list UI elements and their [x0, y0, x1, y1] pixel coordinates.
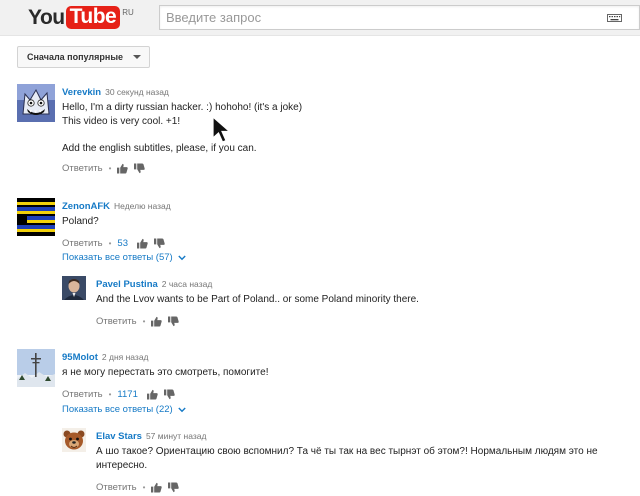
comment-time[interactable]: 2 дня назад — [102, 352, 149, 362]
thumbs-down-icon[interactable] — [168, 481, 180, 493]
comment-line: This video is very cool. +1! — [62, 116, 181, 127]
thumbs-up-icon[interactable] — [151, 316, 163, 327]
search-input[interactable] — [160, 6, 600, 29]
reply-line: А шо такое? Ориентацию свою вспомнил? Та… — [96, 446, 598, 457]
separator-dot: • — [108, 163, 112, 173]
like-count: 1171 — [117, 388, 138, 400]
avatar[interactable] — [62, 276, 86, 300]
youtube-logo[interactable]: You Tube RU — [28, 6, 134, 30]
comment-line: Add the english subtitles, please, if yo… — [62, 143, 257, 154]
reply-line: интересно. — [96, 460, 148, 471]
comment-actions: Ответить • 53 — [62, 236, 622, 250]
thumbs-up-icon[interactable] — [146, 389, 158, 400]
reply-actions: Ответить • — [96, 314, 616, 328]
like-count: 53 — [117, 237, 128, 249]
logo-tube-text: Tube — [65, 6, 121, 29]
show-replies-label: Показать все ответы (22) — [62, 404, 173, 415]
avatar[interactable] — [17, 349, 55, 387]
search-box[interactable] — [159, 5, 640, 30]
thumbs-down-icon[interactable] — [134, 162, 146, 174]
separator-dot: • — [108, 389, 112, 399]
reply-actions: Ответить • — [96, 480, 640, 494]
thumbs-up-icon[interactable] — [151, 482, 163, 493]
avatar[interactable] — [17, 198, 55, 236]
comment-actions: Ответить • — [62, 161, 622, 175]
reply-author[interactable]: Elav Stars — [96, 431, 142, 442]
thumbs-up-icon[interactable] — [117, 163, 129, 174]
comment-line: я не могу перестать это смотреть, помоги… — [62, 367, 269, 378]
comment-actions: Ответить • 1171 — [62, 387, 622, 401]
reply-button[interactable]: Ответить — [96, 482, 137, 493]
separator-dot: • — [142, 482, 146, 492]
comment-text: Hello, I'm a dirty russian hacker. :) ho… — [62, 101, 622, 156]
avatar[interactable] — [17, 84, 55, 122]
comment-time[interactable]: Неделю назад — [114, 201, 171, 211]
reply-button[interactable]: Ответить — [62, 389, 103, 400]
thumbs-up-icon[interactable] — [137, 238, 148, 249]
reply-author[interactable]: Pavel Pustina — [96, 279, 158, 290]
sort-label: Сначала популярные — [27, 52, 124, 62]
reply-time[interactable]: 57 минут назад — [146, 431, 207, 441]
top-bar: You Tube RU — [0, 0, 640, 36]
chevron-down-icon — [177, 407, 186, 412]
thumbs-down-icon[interactable] — [154, 237, 165, 249]
reply-text: А шо такое? Ориентацию свою вспомнил? Та… — [96, 445, 640, 473]
sort-dropdown-button[interactable]: Сначала популярные — [17, 46, 151, 68]
reply-text: And the Lvov wants to be Part of Poland.… — [96, 294, 419, 305]
logo-region-label: RU — [122, 8, 134, 17]
logo-you-text: You — [28, 6, 65, 29]
comment-author[interactable]: Verevkin — [62, 87, 101, 98]
reply-time[interactable]: 2 часа назад — [162, 279, 213, 289]
thumbs-down-icon[interactable] — [163, 388, 175, 400]
chevron-down-icon — [133, 55, 142, 59]
separator-dot: • — [108, 238, 112, 248]
comment-author[interactable]: ZenonAFK — [62, 201, 110, 212]
thumbs-down-icon[interactable] — [168, 315, 180, 327]
show-replies-label: Показать все ответы (57) — [62, 252, 173, 263]
comment-author[interactable]: 95Molot — [62, 352, 98, 363]
show-replies-link[interactable]: Показать все ответы (57) — [62, 252, 186, 263]
comment-time[interactable]: 30 секунд назад — [105, 87, 169, 97]
mouse-cursor-icon — [212, 116, 232, 143]
comment-line: Poland? — [62, 216, 99, 227]
reply-button[interactable]: Ответить — [62, 163, 103, 174]
show-replies-link[interactable]: Показать все ответы (22) — [62, 404, 186, 415]
comment-text: я не могу перестать это смотреть, помоги… — [62, 366, 622, 380]
chevron-down-icon — [177, 255, 186, 260]
comment-text: Poland? — [62, 215, 622, 229]
reply-button[interactable]: Ответить — [96, 316, 137, 327]
keyboard-icon[interactable] — [607, 14, 622, 22]
separator-dot: • — [142, 316, 146, 326]
reply-button[interactable]: Ответить — [62, 238, 103, 249]
avatar[interactable] — [62, 428, 86, 452]
comment-line: Hello, I'm a dirty russian hacker. :) ho… — [62, 102, 303, 113]
